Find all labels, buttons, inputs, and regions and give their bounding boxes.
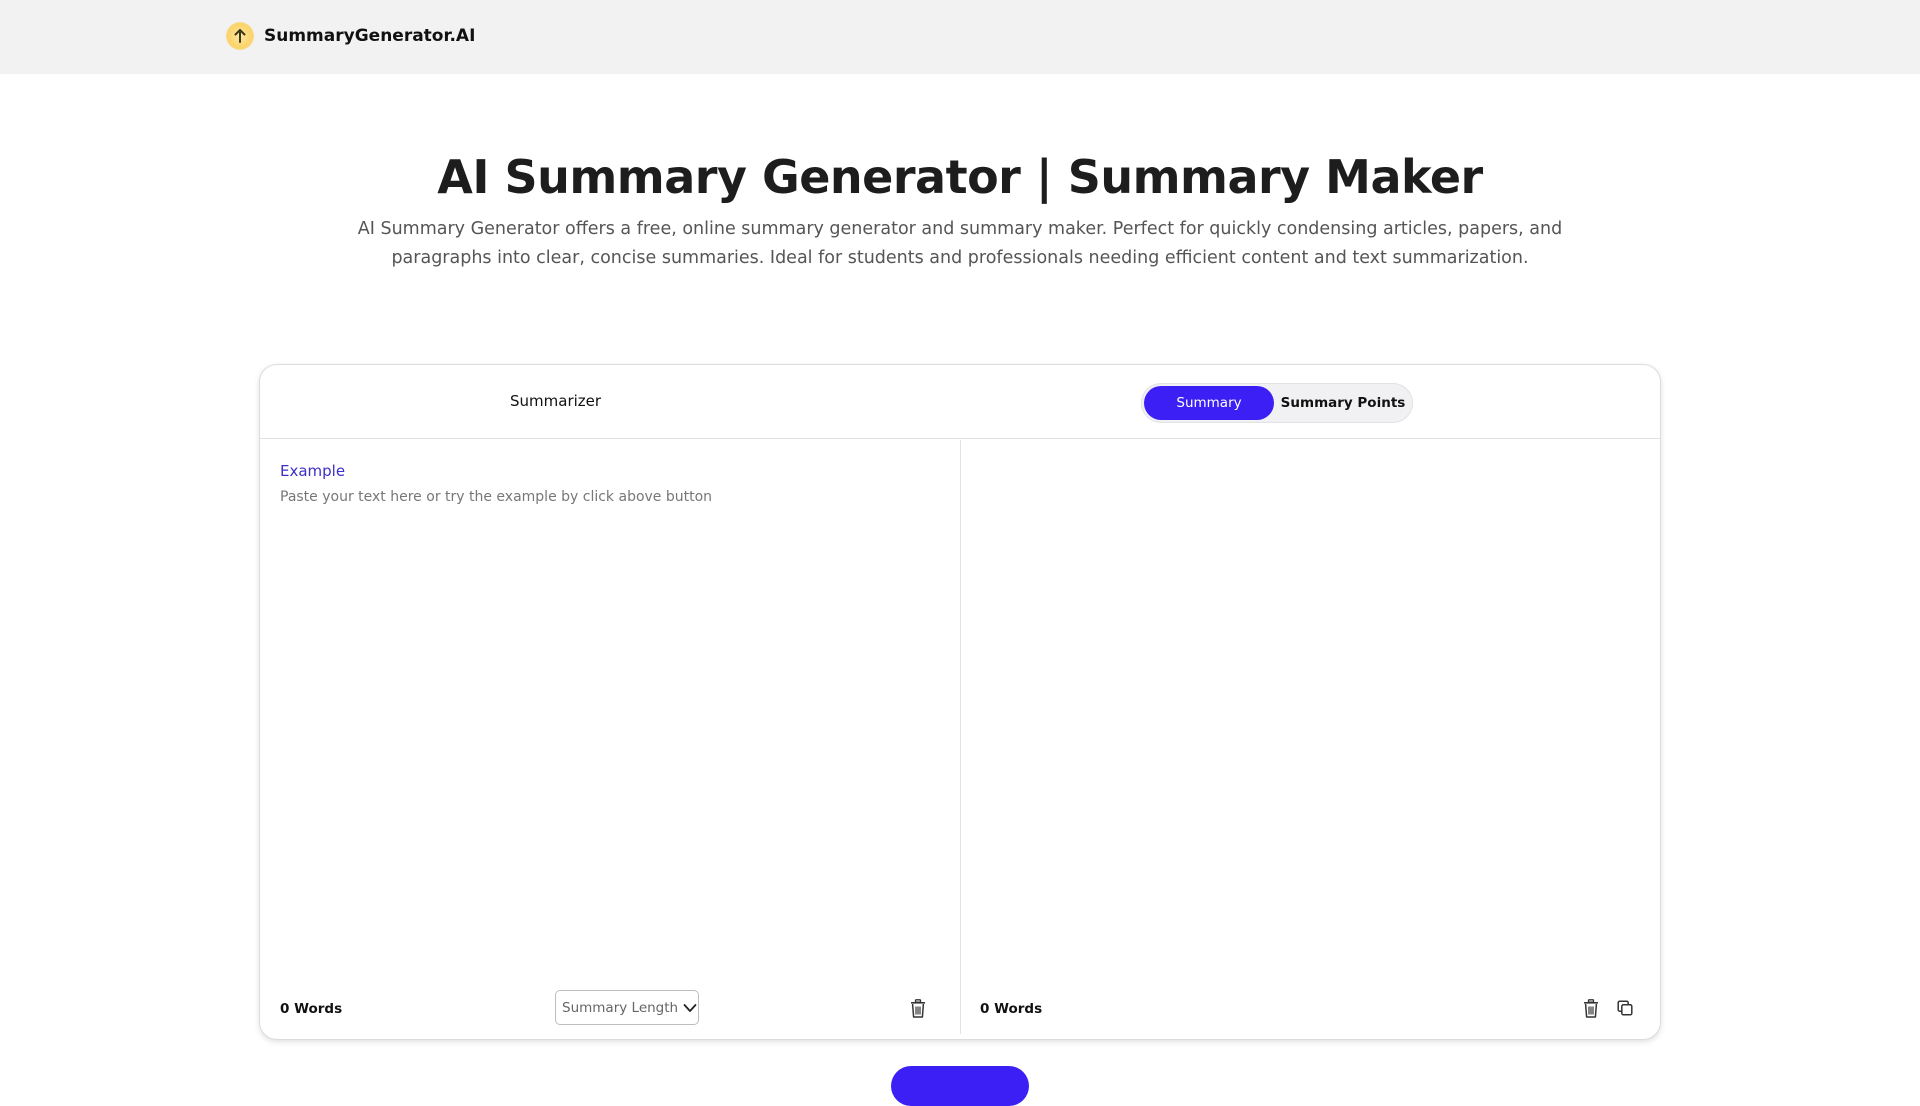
pane-divider	[960, 440, 961, 1034]
mode-toggle: Summary Summary Points	[1141, 383, 1413, 423]
page-title: AI Summary Generator | Summary Maker	[437, 150, 1483, 204]
copy-icon[interactable]	[1614, 997, 1636, 1019]
summary-length-select[interactable]: Summary Length	[555, 990, 699, 1025]
summarizer-card: Summarizer Summary Summary Points Exampl…	[259, 364, 1661, 1040]
input-word-count: 0 Words	[280, 1001, 343, 1017]
chevron-down-icon	[683, 1003, 697, 1013]
summarize-button[interactable]	[891, 1066, 1029, 1106]
top-navbar: SummaryGenerator.AI	[0, 0, 1920, 74]
brand-logo[interactable]: SummaryGenerator.AI	[226, 22, 475, 50]
brand-name: SummaryGenerator.AI	[264, 26, 476, 46]
summary-mode-button[interactable]: Summary	[1144, 386, 1274, 420]
example-link[interactable]: Example	[280, 462, 345, 480]
page-description: AI Summary Generator offers a free, onli…	[357, 219, 1563, 268]
clear-output-trash-icon[interactable]	[1580, 997, 1602, 1019]
arrow-up-icon	[226, 22, 254, 50]
summarizer-title: Summarizer	[510, 392, 602, 410]
clear-input-trash-icon[interactable]	[907, 997, 929, 1019]
input-textarea[interactable]	[280, 489, 940, 989]
output-word-count: 0 Words	[980, 1001, 1043, 1017]
card-header: Summarizer Summary Summary Points	[260, 365, 1660, 439]
summary-length-label: Summary Length	[562, 999, 679, 1016]
summary-points-mode-button[interactable]: Summary Points	[1276, 386, 1410, 420]
